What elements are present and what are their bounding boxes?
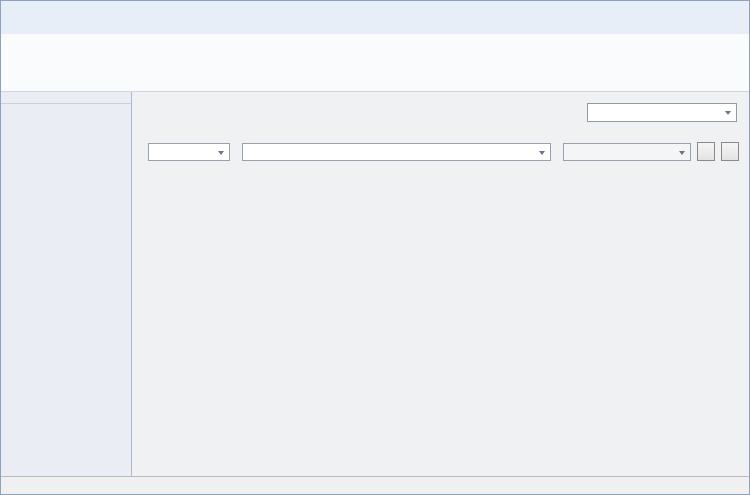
who-filter-combo[interactable] [148,143,230,161]
ribbon-collapse-icon[interactable] [727,23,739,33]
content-pane [132,92,749,476]
title-bar [1,1,749,19]
document-filter-combo[interactable] [242,143,551,161]
target-language-block [575,103,737,122]
sidebar [1,92,132,476]
refresh-history-button[interactable] [697,142,715,161]
ribbon [1,34,749,92]
close-button[interactable] [723,2,747,18]
sidebar-action-buttons [1,97,131,104]
filter-row [142,142,739,161]
language-filter-combo[interactable] [563,143,691,161]
maximize-button[interactable] [699,2,723,18]
memoq-online-project-window [0,0,750,495]
content-header [132,92,749,122]
sidebar-items [1,104,131,476]
status-bar [1,476,749,494]
window-controls [675,2,747,18]
main-area [1,92,749,476]
reset-button[interactable] [721,142,739,161]
ribbon-tab-strip [1,19,749,34]
target-language-select[interactable] [587,103,737,122]
minimize-button[interactable] [675,2,699,18]
